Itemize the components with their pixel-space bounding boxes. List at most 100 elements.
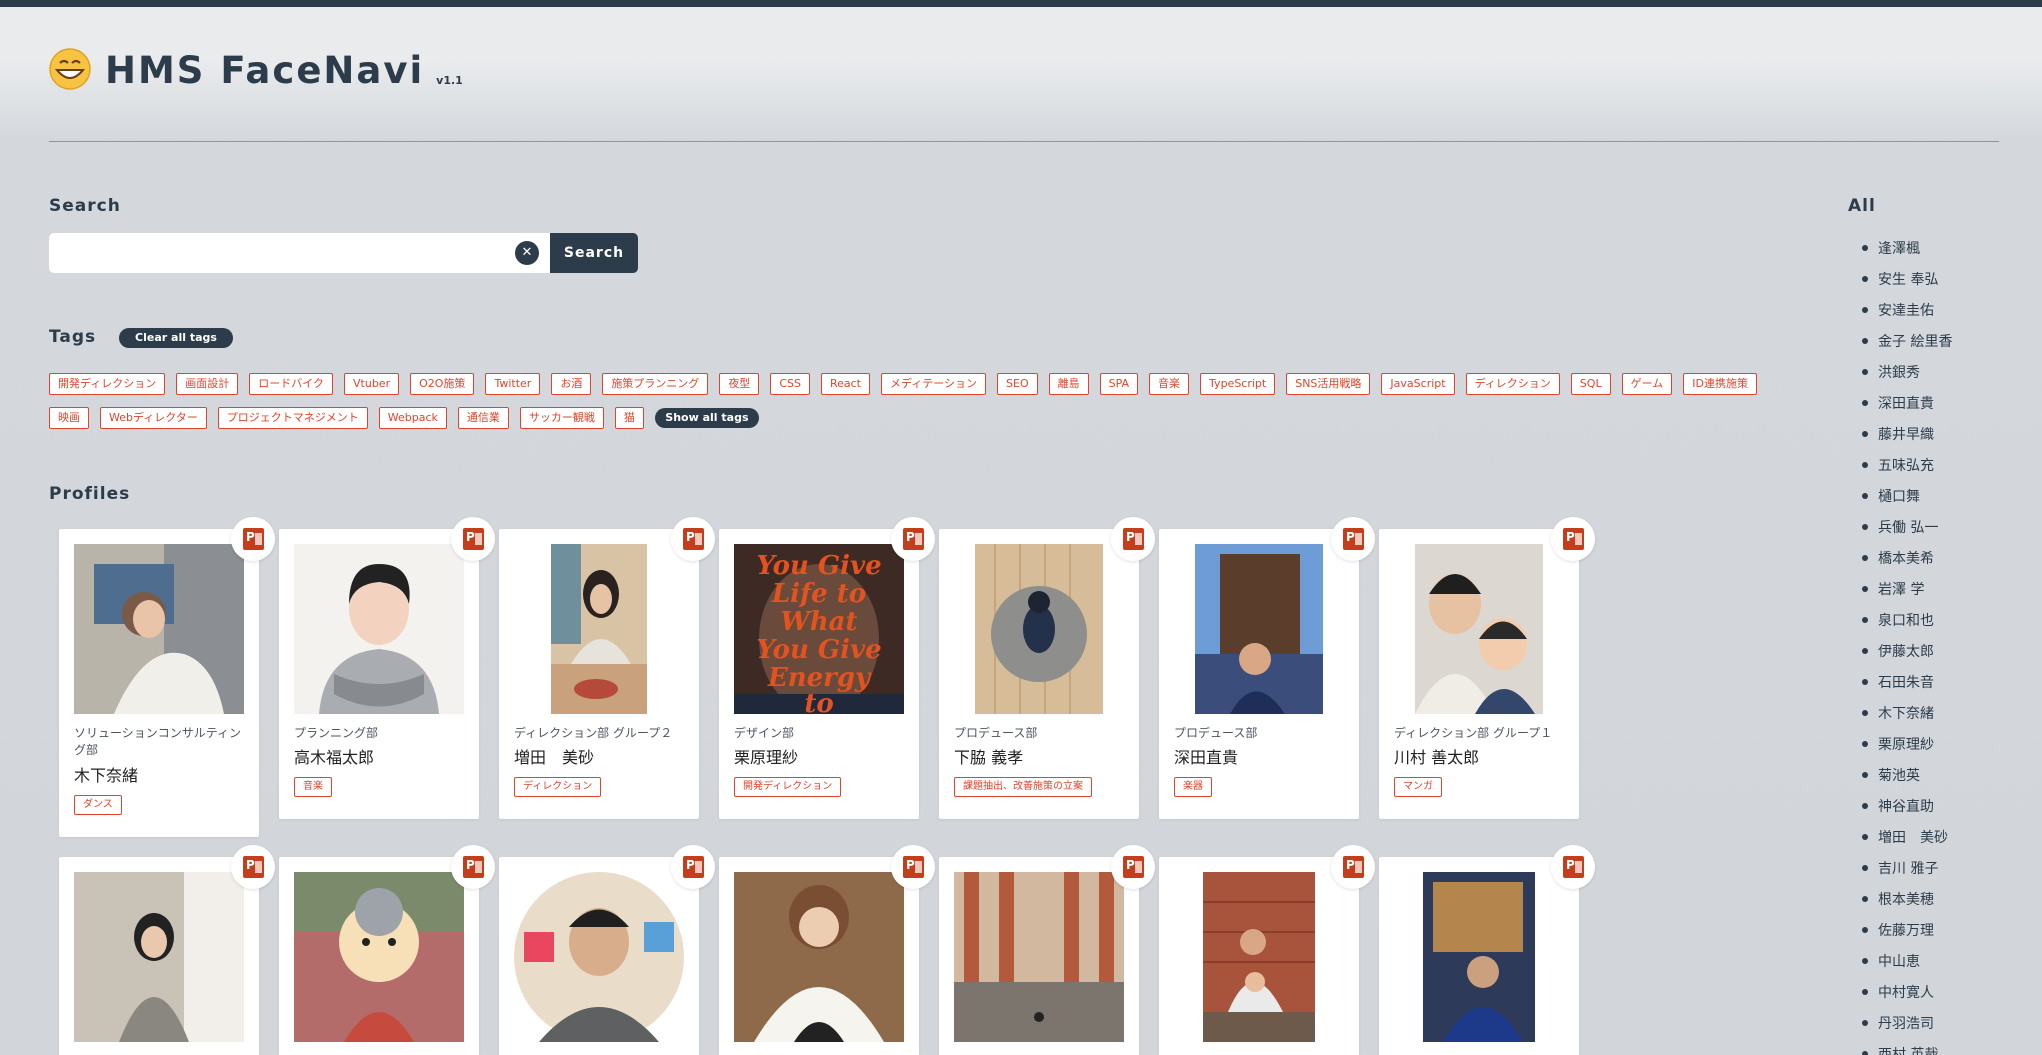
all-list-item[interactable]: 洪銀秀 — [1862, 362, 1952, 393]
tag-chip[interactable]: O2O施策 — [410, 373, 475, 395]
profile-card[interactable]: プランニング部 高木福太郎 音楽 — [279, 529, 479, 819]
tag-chip[interactable]: CSS — [770, 373, 810, 395]
tag-chip[interactable]: 離島 — [1048, 373, 1089, 395]
tag-chip[interactable]: Vtuber — [344, 373, 400, 395]
all-list-item[interactable]: 樋口舞 — [1862, 486, 1952, 517]
powerpoint-icon[interactable]: P — [671, 845, 715, 889]
all-list-item[interactable]: 金子 絵里香 — [1862, 331, 1952, 362]
tag-chip[interactable]: SQL — [1570, 373, 1611, 395]
tag-chip[interactable]: ゲーム — [1621, 373, 1673, 395]
powerpoint-icon[interactable]: P — [1551, 845, 1595, 889]
all-list-item[interactable]: 中山恵 — [1862, 951, 1952, 982]
profile-photo: You Give Life to What You Give Energy to — [734, 544, 904, 714]
tag-chip[interactable]: お酒 — [551, 373, 592, 395]
all-list-item[interactable]: 中村寛人 — [1862, 982, 1952, 1013]
tag-chip[interactable]: Webディレクター — [100, 407, 207, 429]
clear-all-tags-button[interactable]: Clear all tags — [119, 328, 233, 348]
tag-chip[interactable]: SEO — [997, 373, 1038, 395]
profile-tag[interactable]: 課題抽出、改善施策の立案 — [954, 777, 1092, 797]
all-list-item[interactable]: 深田直貴 — [1862, 393, 1952, 424]
powerpoint-icon[interactable]: P — [1331, 845, 1375, 889]
profile-card[interactable]: ディレクション部 グループ２ 増田 美砂 ディレクション — [499, 529, 699, 819]
all-list-item[interactable]: 石田朱音 — [1862, 672, 1952, 703]
tag-chip[interactable]: JavaScript — [1381, 373, 1455, 395]
all-list-item[interactable]: 岩澤 学 — [1862, 579, 1952, 610]
all-list-item[interactable]: 伊藤太郎 — [1862, 641, 1952, 672]
profile-card[interactable] — [59, 857, 259, 1055]
all-list-item[interactable]: 兵働 弘一 — [1862, 517, 1952, 548]
profile-card[interactable]: ディレクション部 グループ１ 川村 善太郎 マンガ — [1379, 529, 1579, 819]
tag-chip[interactable]: 通信業 — [457, 407, 509, 429]
profile-tag[interactable]: 楽器 — [1174, 777, 1212, 797]
profile-card[interactable] — [719, 857, 919, 1055]
tag-chip[interactable]: 猫 — [614, 407, 644, 429]
tag-chip[interactable]: TypeScript — [1200, 373, 1276, 395]
all-list-item[interactable]: 丹羽浩司 — [1862, 1013, 1952, 1044]
profile-card[interactable]: プロデュース部 下脇 義孝 課題抽出、改善施策の立案 — [939, 529, 1139, 819]
all-list-item[interactable]: 西村 英哉 — [1862, 1044, 1952, 1055]
app-title[interactable]: HMS FaceNavi — [105, 46, 424, 96]
all-list-item[interactable]: 橋本美希 — [1862, 548, 1952, 579]
profile-card[interactable] — [499, 857, 699, 1055]
powerpoint-icon[interactable]: P — [671, 517, 715, 561]
tag-chip[interactable]: プロジェクトマネジメント — [217, 407, 368, 429]
profile-tag[interactable]: ダンス — [74, 795, 122, 815]
powerpoint-icon[interactable]: P — [1111, 845, 1155, 889]
tag-chip[interactable]: 施策プランニング — [602, 373, 709, 395]
profile-card[interactable] — [279, 857, 479, 1055]
all-list-item[interactable]: 安生 奉弘 — [1862, 269, 1952, 300]
tag-chip[interactable]: サッカー観戦 — [519, 407, 604, 429]
close-icon[interactable]: ✕ — [515, 241, 539, 265]
tag-chip[interactable]: 開発ディレクション — [49, 373, 166, 395]
search-button[interactable]: Search — [550, 233, 638, 273]
all-list-item[interactable]: 泉口和也 — [1862, 610, 1952, 641]
powerpoint-icon[interactable]: P — [231, 845, 275, 889]
profile-card[interactable]: プロデュース部 深田直貴 楽器 — [1159, 529, 1359, 819]
profile-card[interactable] — [939, 857, 1139, 1055]
powerpoint-icon[interactable]: P — [1111, 517, 1155, 561]
all-list-item[interactable]: 菊池英 — [1862, 765, 1952, 796]
profile-card[interactable]: You Give Life to What You Give Energy to デザイン部… — [719, 529, 919, 819]
powerpoint-icon[interactable]: P — [451, 845, 495, 889]
tag-chip[interactable]: ロードバイク — [249, 373, 334, 395]
all-list-item[interactable]: 吉川 雅子 — [1862, 858, 1952, 889]
tag-chip[interactable]: Twitter — [485, 373, 541, 395]
profile-tag[interactable]: 開発ディレクション — [734, 777, 842, 797]
powerpoint-icon[interactable]: P — [1551, 517, 1595, 561]
powerpoint-icon[interactable]: P — [891, 845, 935, 889]
tag-chip[interactable]: ID連携施策 — [1683, 373, 1757, 395]
all-list-item[interactable]: 逢澤楓 — [1862, 238, 1952, 269]
tag-chip[interactable]: 夜型 — [719, 373, 760, 395]
profile-card[interactable] — [1379, 857, 1579, 1055]
powerpoint-icon[interactable]: P — [451, 517, 495, 561]
all-list-item[interactable]: 根本美穂 — [1862, 889, 1952, 920]
all-list-item[interactable]: 佐藤万理 — [1862, 920, 1952, 951]
tag-chip[interactable]: 音楽 — [1149, 373, 1190, 395]
all-list-item[interactable]: 増田 美砂 — [1862, 827, 1952, 858]
all-list-item[interactable]: 藤井早織 — [1862, 424, 1952, 455]
tag-chip[interactable]: 映画 — [49, 407, 89, 429]
profile-card[interactable] — [1159, 857, 1359, 1055]
powerpoint-icon[interactable]: P — [231, 517, 275, 561]
all-list-item[interactable]: 安達圭佑 — [1862, 300, 1952, 331]
powerpoint-icon[interactable]: P — [1331, 517, 1375, 561]
tag-chip[interactable]: Webpack — [378, 407, 447, 429]
tag-chip[interactable]: SNS活用戦略 — [1286, 373, 1371, 395]
tag-chip[interactable]: SPA — [1099, 373, 1139, 395]
all-list-item[interactable]: 五味弘充 — [1862, 455, 1952, 486]
svg-text:You Give: You Give — [756, 635, 881, 665]
tag-chip[interactable]: ディレクション — [1465, 373, 1560, 395]
search-input[interactable] — [49, 233, 550, 273]
profile-tag[interactable]: ディレクション — [514, 777, 602, 797]
profile-card[interactable]: ソリューションコンサルティング部 木下奈緒 ダンス — [59, 529, 259, 837]
tag-chip[interactable]: メディテーション — [881, 373, 987, 395]
profile-tag[interactable]: 音楽 — [294, 777, 332, 797]
powerpoint-icon[interactable]: P — [891, 517, 935, 561]
all-list-item[interactable]: 神谷直助 — [1862, 796, 1952, 827]
all-list-item[interactable]: 木下奈緒 — [1862, 703, 1952, 734]
tag-chip[interactable]: 画面設計 — [176, 373, 239, 395]
profile-tag[interactable]: マンガ — [1394, 777, 1442, 797]
all-list-item[interactable]: 栗原理紗 — [1862, 734, 1952, 765]
show-all-tags-button[interactable]: Show all tags — [654, 408, 759, 428]
tag-chip[interactable]: React — [820, 373, 870, 395]
